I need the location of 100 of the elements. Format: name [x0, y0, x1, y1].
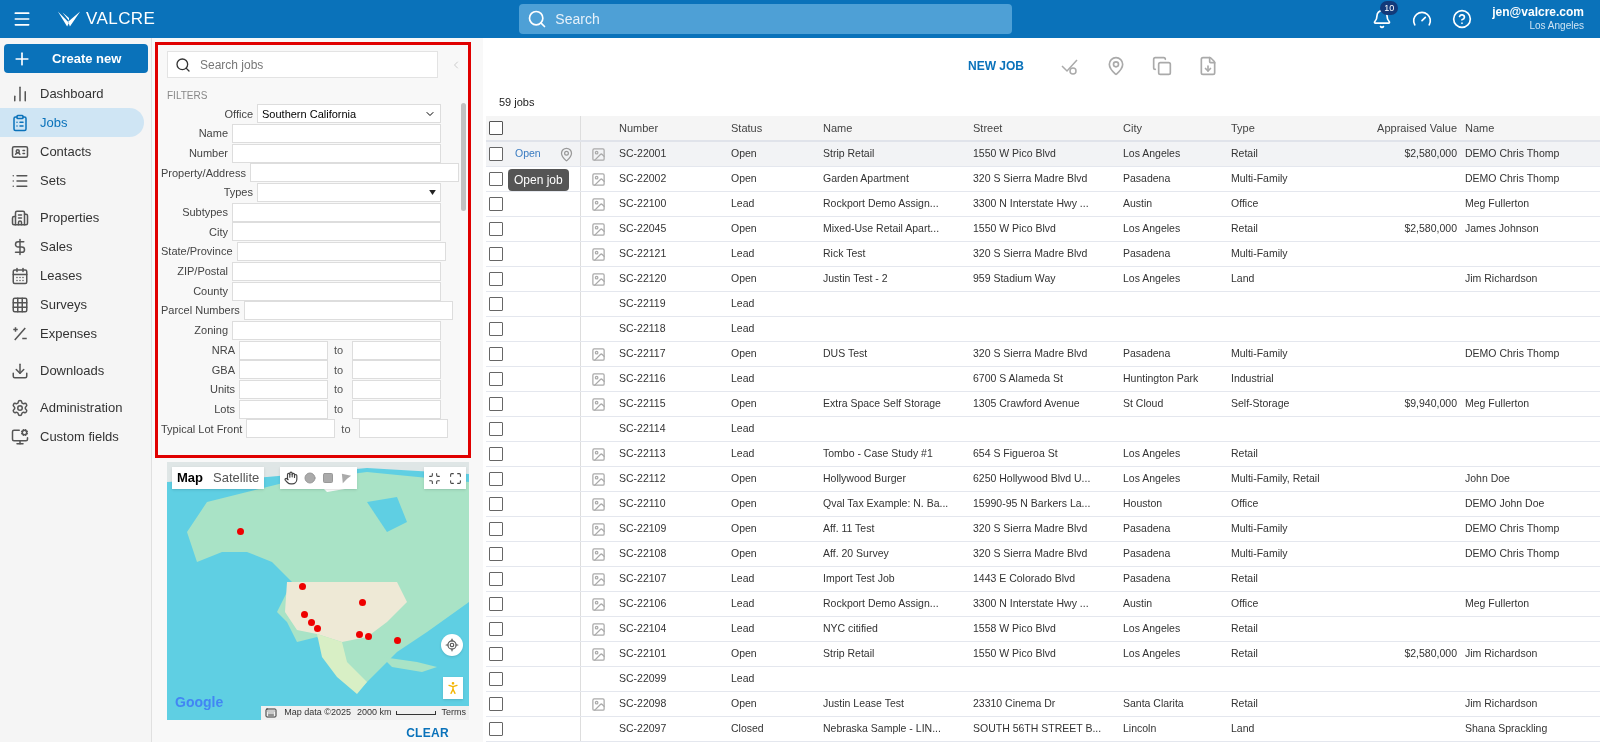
image-thumbnail-icon[interactable]	[590, 546, 606, 562]
range-to-input[interactable]	[352, 340, 441, 360]
filter-input[interactable]	[232, 124, 441, 144]
table-row[interactable]: SC-22100 Lead Rockport Demo Assign... 3300 N Interstate Hwy ... Austin Office Meg Fullerton	[486, 192, 1600, 217]
search-field[interactable]: Search	[519, 4, 1013, 34]
sidebar-item[interactable]: Contacts	[0, 137, 144, 166]
row-checkbox[interactable]	[489, 147, 503, 161]
table-row[interactable]: SC-22114 Lead	[486, 417, 1600, 442]
hand-icon[interactable]	[284, 471, 298, 485]
row-checkbox[interactable]	[489, 722, 503, 736]
new-job-button[interactable]: NEW JOB	[968, 56, 1024, 75]
row-checkbox[interactable]	[489, 272, 503, 286]
table-row[interactable]: SC-22117 Open DUS Test 320 S Sierra Madre Blvd Pasadena Multi-Family DEMO Chris Thomp	[486, 342, 1600, 367]
open-link[interactable]: Open	[515, 146, 541, 162]
sidebar-item[interactable]: Properties	[0, 203, 144, 232]
file-download-icon[interactable]	[1198, 55, 1218, 76]
row-checkbox[interactable]	[489, 422, 503, 436]
column-header[interactable]: Type	[1231, 121, 1255, 134]
range-from-input[interactable]	[239, 340, 328, 360]
search-jobs-field[interactable]: Search jobs	[167, 51, 438, 78]
square-icon[interactable]	[322, 472, 334, 484]
range-to-input[interactable]	[352, 379, 441, 399]
filter-input[interactable]	[232, 222, 441, 242]
filter-input[interactable]	[250, 163, 459, 183]
row-checkbox[interactable]	[489, 572, 503, 586]
gauge-icon[interactable]	[1412, 9, 1433, 29]
map-marker[interactable]	[365, 633, 372, 640]
row-checkbox[interactable]	[489, 647, 503, 661]
table-row[interactable]: SC-22118 Lead	[486, 317, 1600, 342]
table-row[interactable]: SC-22110 Open Qval Tax Example: N. Ba... 15990-95 N Barkers La... Houston Office DEMO John Doe	[486, 492, 1600, 517]
sidebar-item[interactable]: Sales	[0, 232, 144, 261]
copy-icon[interactable]	[1152, 55, 1172, 76]
help-icon[interactable]	[1452, 9, 1473, 29]
filter-input[interactable]	[232, 261, 441, 281]
column-header[interactable]: Name	[823, 121, 853, 134]
filter-input[interactable]	[236, 242, 446, 262]
row-checkbox[interactable]	[489, 297, 503, 311]
image-thumbnail-icon[interactable]	[590, 396, 606, 412]
terms-link[interactable]: Terms	[438, 706, 469, 720]
range-from-input[interactable]	[239, 379, 328, 399]
row-checkbox[interactable]	[489, 622, 503, 636]
sidebar-item[interactable]: Administration	[0, 393, 144, 422]
column-header[interactable]: City	[1123, 121, 1142, 134]
menu-icon[interactable]	[12, 9, 32, 29]
table-row[interactable]: SC-22099 Lead	[486, 667, 1600, 692]
map-type-toggle[interactable]: Map	[172, 467, 208, 489]
map-marker[interactable]	[308, 619, 315, 626]
table-row[interactable]: SC-22112 Open Hollywood Burger 6250 Hollywood Blvd U... Los Angeles Multi-Family, Retail John Doe	[486, 467, 1600, 492]
range-from-input[interactable]	[239, 360, 328, 380]
column-header[interactable]: Status	[731, 121, 763, 134]
row-checkbox[interactable]	[489, 497, 503, 511]
map-pin-icon[interactable]	[1106, 55, 1126, 76]
row-checkbox[interactable]	[489, 247, 503, 261]
row-checkbox[interactable]	[489, 447, 503, 461]
image-thumbnail-icon[interactable]	[590, 696, 606, 712]
map-type-toggle[interactable]: Satellite	[208, 467, 265, 489]
table-row[interactable]: SC-22115 Open Extra Space Self Storage 1305 Crawford Avenue St Cloud Self-Storage $9,940,000 Meg Fullerton	[486, 392, 1600, 417]
image-thumbnail-icon[interactable]	[590, 496, 606, 512]
select-all-checkbox[interactable]	[489, 121, 503, 135]
clear-button[interactable]: CLEAR	[406, 724, 449, 742]
table-row[interactable]: SC-22104 Lead NYC citified 1558 W Pico Blvd Los Angeles Retail	[486, 617, 1600, 642]
sidebar-item[interactable]: Surveys	[0, 290, 144, 319]
table-row[interactable]: SC-22119 Lead	[486, 292, 1600, 317]
image-thumbnail-icon[interactable]	[590, 596, 606, 612]
row-checkbox[interactable]	[489, 347, 503, 361]
exit-fullscreen-icon[interactable]	[428, 471, 441, 485]
row-checkbox[interactable]	[489, 697, 503, 711]
row-checkbox[interactable]	[489, 522, 503, 536]
image-thumbnail-icon[interactable]	[590, 196, 606, 212]
sidebar-item[interactable]: Expenses	[0, 319, 144, 348]
range-to-input[interactable]	[352, 360, 441, 380]
table-row[interactable]: SC-22045 Open Mixed-Use Retail Apart... 1550 W Pico Blvd Los Angeles Retail $2,580,000 James Johnson	[486, 217, 1600, 242]
keyboard-icon[interactable]	[265, 707, 278, 719]
image-thumbnail-icon[interactable]	[590, 521, 606, 537]
row-checkbox[interactable]	[489, 222, 503, 236]
table-row[interactable]: SC-22116 Lead 6700 S Alameda St Huntington Park Industrial	[486, 367, 1600, 392]
column-header[interactable]: Appraised Value	[1377, 121, 1457, 134]
image-thumbnail-icon[interactable]	[590, 146, 606, 162]
polygon-icon[interactable]	[340, 471, 353, 485]
image-thumbnail-icon[interactable]	[590, 371, 606, 387]
column-header[interactable]: Name	[1465, 121, 1495, 134]
image-thumbnail-icon[interactable]	[590, 621, 606, 637]
column-header[interactable]: Number	[619, 121, 659, 134]
row-checkbox[interactable]	[489, 197, 503, 211]
table-row[interactable]: SC-22113 Lead Tombo - Case Study #1 654 S Figueroa St Los Angeles Retail	[486, 442, 1600, 467]
filter-input[interactable]	[232, 202, 441, 222]
sidebar-item[interactable]: Leases	[0, 261, 144, 290]
map-marker[interactable]	[301, 611, 308, 618]
row-checkbox[interactable]	[489, 172, 503, 186]
map-marker[interactable]	[359, 599, 366, 606]
image-thumbnail-icon[interactable]	[590, 471, 606, 487]
table-row[interactable]: SC-22097 Closed Nebraska Sample - LIN... SOUTH 56TH STREET B... Lincoln Land Shana Sprackling	[486, 717, 1600, 742]
table-row[interactable]: Open SC-22001 Open Strip Retail 1550 W Pico Blvd Los Angeles Retail $2,580,000 DEMO Chris Thomp	[486, 142, 1600, 167]
row-checkbox[interactable]	[489, 372, 503, 386]
image-thumbnail-icon[interactable]	[590, 446, 606, 462]
range-to-input[interactable]	[359, 419, 449, 439]
image-thumbnail-icon[interactable]	[590, 646, 606, 662]
map-marker[interactable]	[394, 637, 401, 644]
map-marker[interactable]	[356, 631, 363, 638]
row-checkbox[interactable]	[489, 397, 503, 411]
